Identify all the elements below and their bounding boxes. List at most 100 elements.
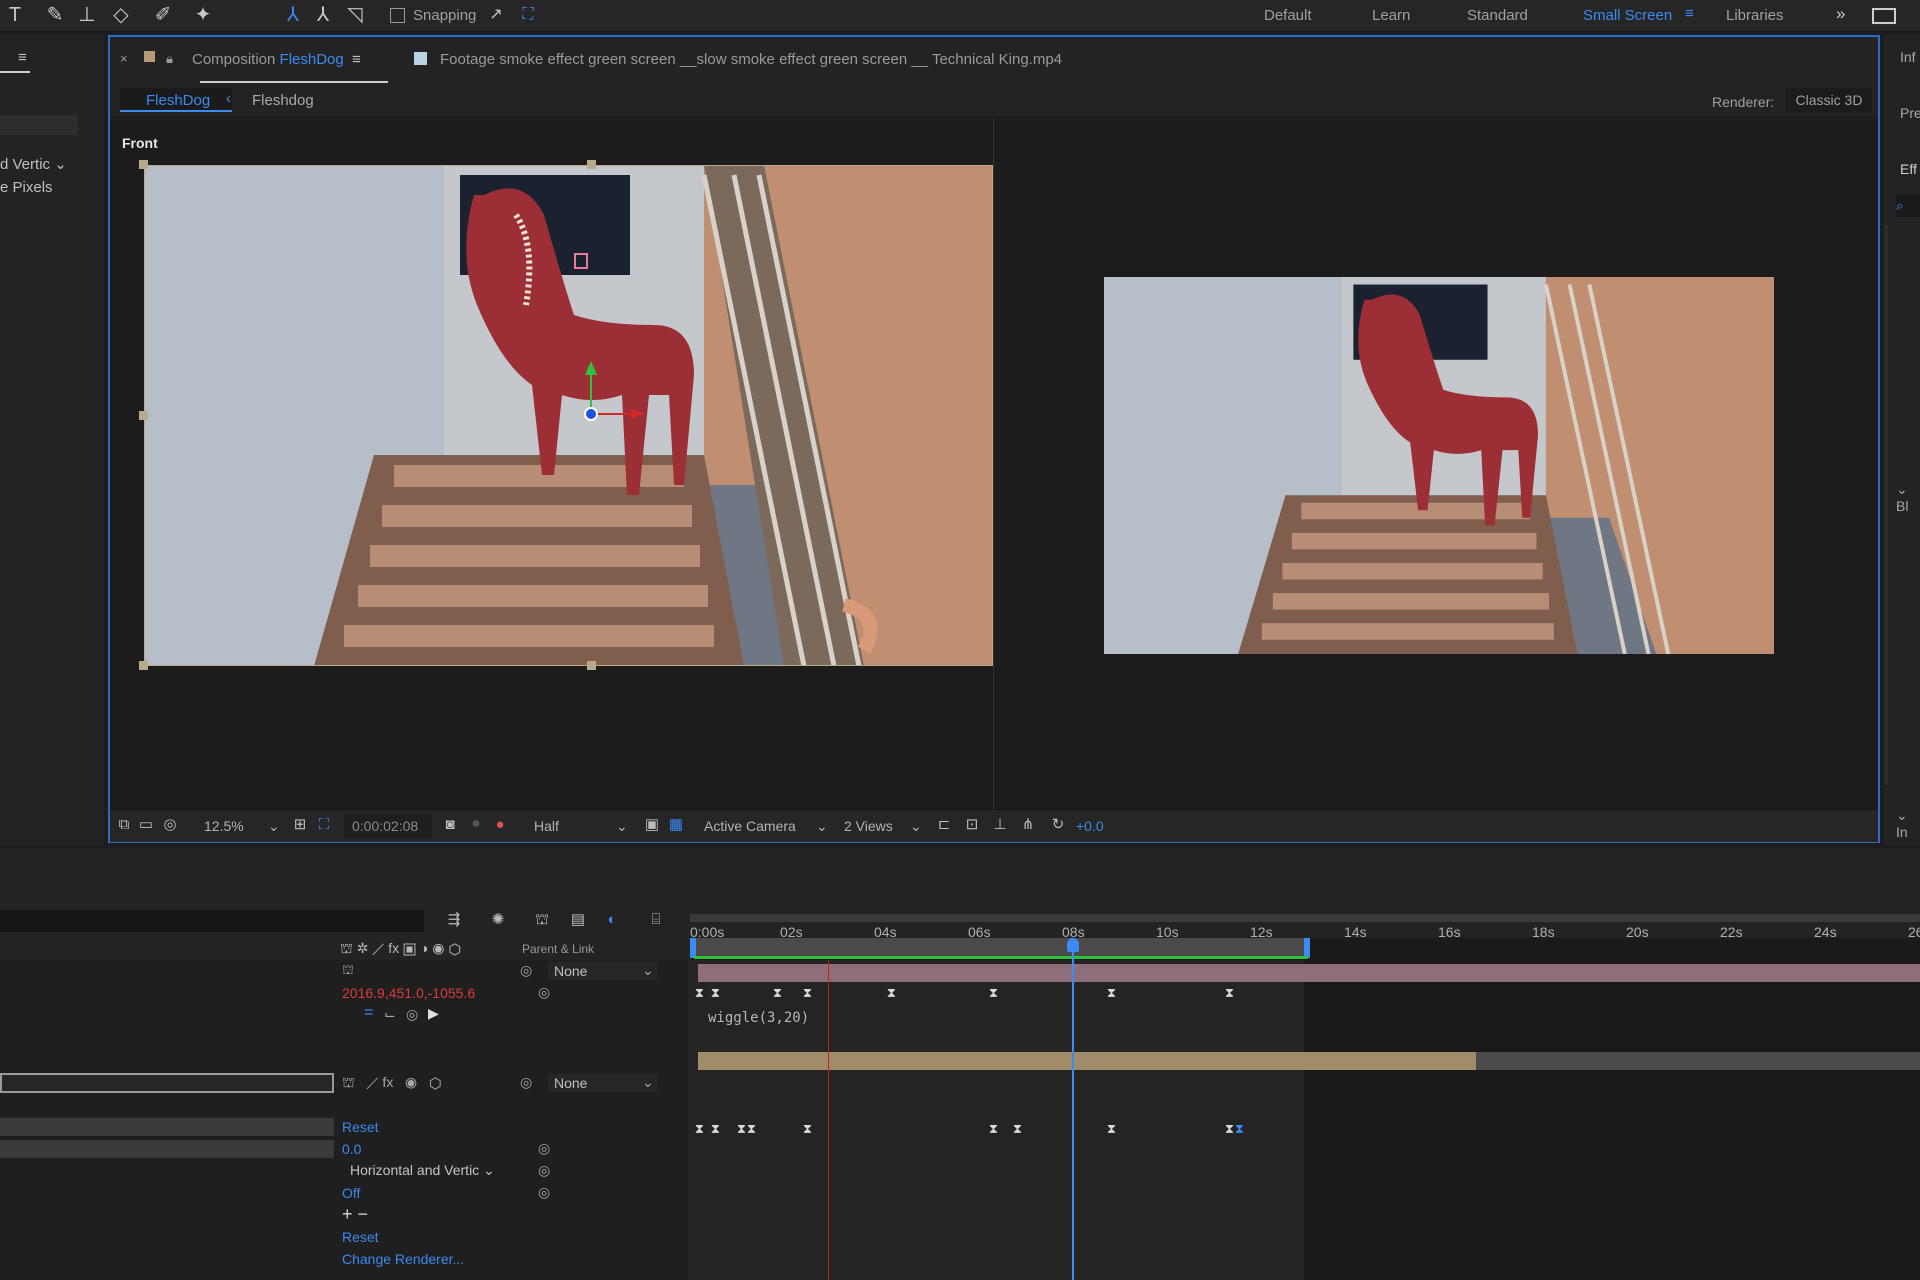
keyframe[interactable]: ⧗ <box>710 987 721 1000</box>
work-area-bar[interactable] <box>694 938 1308 956</box>
comp-mini-flowchart-icon[interactable]: ⇶ <box>444 910 464 930</box>
workspace-libraries[interactable]: Libraries <box>1726 7 1784 24</box>
layer-row[interactable]: ⛫ ◎ None ⌄ <box>0 960 688 982</box>
time-navigator[interactable] <box>690 914 1920 922</box>
timeline-search-input[interactable] <box>0 910 424 932</box>
views-dropdown-icon[interactable]: ⌄ <box>910 818 922 835</box>
resolution-value[interactable]: Half <box>534 818 559 834</box>
bbox-handle-tl[interactable] <box>139 160 148 169</box>
region-of-interest-icon[interactable]: ▣ <box>642 815 662 835</box>
monitor-icon[interactable]: ▭ <box>136 815 156 835</box>
keyframe[interactable]: ⧗ <box>710 1123 721 1136</box>
pick-whip-icon[interactable]: ◎ <box>520 1074 532 1091</box>
toggle-pixel-aspect-icon[interactable]: ⊏ <box>934 815 954 835</box>
bbox-handle-bc[interactable] <box>587 661 596 670</box>
keyframe[interactable]: ⧗ <box>694 1123 705 1136</box>
bbox-handle-bl[interactable] <box>139 661 148 670</box>
workspace-standard[interactable]: Standard <box>1467 7 1528 24</box>
parent-dropdown[interactable]: None ⌄ <box>548 1074 658 1092</box>
keyframe[interactable]: ⧗ <box>886 987 897 1000</box>
info-panel-label[interactable]: Inf <box>1900 49 1916 65</box>
off-toggle[interactable]: Off <box>342 1185 360 1201</box>
time-ruler[interactable]: 0:00s 02s 04s 06s 08s 10s 12s 14s 16s 18… <box>690 908 1920 940</box>
layer-row-footage[interactable]: ⛫ ⟋ fx ◉ ⬡ ◎ None ⌄ <box>0 1072 688 1094</box>
active-camera-view[interactable] <box>994 119 1878 809</box>
transform-gizmo-icon[interactable] <box>565 359 655 439</box>
keyframe[interactable]: ⧗ <box>802 1123 813 1136</box>
type-tool-icon[interactable]: T <box>2 3 28 27</box>
mode-dropdown[interactable]: d Vertic ⌄ <box>0 155 67 173</box>
channel-icon[interactable]: ● <box>490 815 510 835</box>
transparency-grid-icon[interactable]: ▦ <box>666 815 686 835</box>
add-remove-icon[interactable]: + − <box>342 1204 368 1225</box>
work-area-start-handle[interactable] <box>690 938 696 958</box>
view-axis-mode-icon[interactable]: ◹ <box>342 3 368 27</box>
panel-switcher-icon[interactable] <box>1872 8 1896 24</box>
eraser-tool-icon[interactable]: ◇ <box>108 3 134 27</box>
zoom-dropdown-icon[interactable]: ⌄ <box>268 818 280 835</box>
reset-link[interactable]: Reset <box>342 1119 379 1135</box>
property-value[interactable]: 0.0 <box>342 1141 361 1157</box>
expression-language-menu-icon[interactable]: ▶ <box>428 1005 439 1022</box>
keyframe[interactable]: ⧗ <box>1106 987 1117 1000</box>
clone-stamp-tool-icon[interactable]: ⊥ <box>74 3 100 27</box>
views-dropdown[interactable]: 2 Views <box>844 818 893 834</box>
workspace-default[interactable]: Default <box>1264 7 1312 24</box>
layer-duration-bar[interactable] <box>698 964 1920 982</box>
effects-panel-label[interactable]: Eff <box>1900 161 1917 177</box>
workspace-menu-icon[interactable]: ≡ <box>1685 5 1694 22</box>
scrollbar[interactable] <box>1884 225 1888 785</box>
keyframe[interactable]: ⧗ <box>988 1123 999 1136</box>
graph-icon[interactable]: ⌙ <box>384 1006 396 1023</box>
layer-name-field[interactable] <box>0 1073 334 1093</box>
keyframe-selected[interactable]: ⧗ <box>1234 1123 1245 1136</box>
puppet-pin-tool-icon[interactable]: ✦ <box>190 3 216 27</box>
resolution-dropdown-icon[interactable]: ⌄ <box>616 818 628 835</box>
reset-link[interactable]: Reset <box>342 1229 379 1245</box>
breadcrumb-next[interactable]: Fleshdog <box>252 92 314 109</box>
roto-brush-tool-icon[interactable]: ✐ <box>150 3 176 27</box>
keyframe[interactable]: ⧗ <box>772 987 783 1000</box>
fit-icon[interactable]: ⊞ <box>290 815 310 835</box>
expression-text[interactable]: wiggle(3,20) <box>708 1010 809 1026</box>
keyframe[interactable]: ⧗ <box>694 987 705 1000</box>
world-axis-mode-icon[interactable]: ⅄ <box>310 3 336 27</box>
bbox-handle-ml[interactable] <box>139 411 148 420</box>
playhead-line[interactable] <box>1072 938 1074 1280</box>
graph-editor-icon[interactable]: ⌸ <box>646 910 666 930</box>
safe-area-icon[interactable]: ⛶ <box>314 815 334 835</box>
brush-tool-icon[interactable]: ✎ <box>42 3 68 27</box>
snap-edges-icon[interactable]: ↗ <box>483 3 509 27</box>
pick-whip-icon[interactable]: ◎ <box>520 962 532 979</box>
camera-dropdown[interactable]: Active Camera <box>704 818 796 834</box>
workspace-small-screen[interactable]: Small Screen <box>1583 7 1672 24</box>
keyframe[interactable]: ⧗ <box>1106 1123 1117 1136</box>
camera-dropdown-icon[interactable]: ⌄ <box>816 818 828 835</box>
footage-tab[interactable]: Footage smoke effect green screen __slow… <box>440 51 1062 68</box>
shy-layers-icon[interactable]: ⛫ <box>532 910 552 930</box>
snapping-checkbox[interactable] <box>390 8 405 23</box>
bbox-handle-tc[interactable] <box>587 160 596 169</box>
position-value[interactable]: 2016.9,451.0,-1055.6 <box>342 985 475 1001</box>
blur-category[interactable]: ⌄ Bl <box>1896 481 1920 514</box>
keyframe[interactable]: ⧗ <box>988 987 999 1000</box>
front-view[interactable]: Front <box>110 119 994 809</box>
preview-panel-label[interactable]: Pre <box>1900 105 1920 121</box>
more-workspaces-icon[interactable]: » <box>1836 4 1845 24</box>
motion-blur-icon[interactable]: ◐ <box>602 910 622 930</box>
layer-switches-icons[interactable]: ⛫ ⟋ fx ◉ ⬡ <box>342 1074 442 1093</box>
fast-previews-icon[interactable]: ⊡ <box>962 815 982 835</box>
change-renderer-link[interactable]: Change Renderer... <box>342 1251 464 1267</box>
timeline-icon[interactable]: ⊥ <box>990 815 1010 835</box>
snapshot-icon[interactable]: ◙ <box>440 815 460 835</box>
zoom-value[interactable]: 12.5% <box>204 818 244 834</box>
close-tab-icon[interactable]: × <box>120 51 128 66</box>
footage-layer-bar[interactable] <box>698 1052 1476 1070</box>
flowchart-icon[interactable]: ⋔ <box>1018 815 1038 835</box>
pick-whip-icon[interactable]: ◎ <box>538 984 550 1001</box>
draft-3d-icon[interactable]: ✺ <box>488 910 508 930</box>
anchor-square-icon[interactable] <box>574 253 588 269</box>
always-preview-icon[interactable]: ⧉ <box>114 815 134 835</box>
workspace-learn[interactable]: Learn <box>1372 7 1410 24</box>
expression-enable-icon[interactable]: = <box>364 1004 373 1022</box>
